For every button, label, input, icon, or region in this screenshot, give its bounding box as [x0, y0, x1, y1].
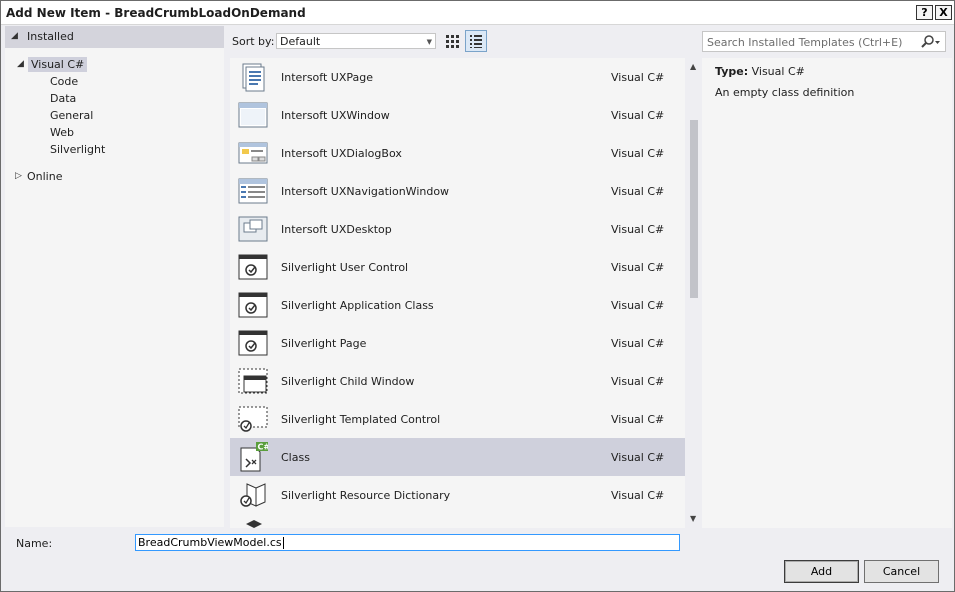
- template-name: Intersoft UXWindow: [281, 109, 390, 122]
- template-list-scrollbar[interactable]: ▲ ▼: [686, 58, 702, 528]
- small-icons-view-button[interactable]: [441, 30, 463, 52]
- template-row[interactable]: Silverlight Application Class Visual C#: [230, 286, 685, 324]
- sort-by-dropdown[interactable]: Default ▼: [276, 33, 436, 49]
- template-name: Intersoft UXDesktop: [281, 223, 392, 236]
- template-row[interactable]: Intersoft UXNavigationWindow Visual C#: [230, 172, 685, 210]
- uxwindow-icon: [238, 100, 268, 130]
- cancel-button[interactable]: Cancel: [864, 560, 939, 583]
- scroll-up-arrow-icon[interactable]: ▲: [690, 62, 696, 71]
- template-type: Type: Visual C#: [715, 65, 805, 78]
- tree-node-code[interactable]: Code: [50, 75, 78, 88]
- template-row[interactable]: Intersoft UXPage Visual C#: [230, 58, 685, 96]
- details-view-button[interactable]: [465, 30, 487, 52]
- template-row[interactable]: Silverlight Child Window Visual C#: [230, 362, 685, 400]
- uxpage-icon: [238, 62, 268, 92]
- template-name: Silverlight User Control: [281, 261, 409, 274]
- template-name: Silverlight Templated Control: [281, 413, 441, 426]
- template-language: Visual C#: [611, 185, 665, 198]
- template-name: Silverlight Application Class: [281, 299, 434, 312]
- category-tree: ◢ Installed ◢ Visual C# Code Data Genera…: [5, 26, 224, 527]
- silverlight-page-icon: [238, 328, 268, 358]
- name-input-value: BreadCrumbViewModel.cs: [138, 536, 282, 549]
- tree-node-general[interactable]: General: [50, 109, 93, 122]
- template-name: Silverlight Resource Dictionary: [281, 489, 451, 502]
- silverlight-user-control-icon: [238, 252, 268, 282]
- text-caret: [282, 537, 284, 549]
- template-row[interactable]: Intersoft UXDialogBox Visual C#: [230, 134, 685, 172]
- template-language: Visual C#: [611, 71, 665, 84]
- template-language: Visual C#: [611, 109, 665, 122]
- template-language: Visual C#: [611, 299, 665, 312]
- type-value: Visual C#: [751, 65, 805, 78]
- template-language: Visual C#: [611, 147, 665, 160]
- template-name: Intersoft UXDialogBox: [281, 147, 402, 160]
- template-language: Visual C#: [611, 451, 665, 464]
- csharp-class-icon: C#: [238, 442, 270, 472]
- silverlight-resource-dictionary-icon: [238, 480, 268, 510]
- name-input[interactable]: BreadCrumbViewModel.cs: [135, 534, 680, 551]
- template-name: Silverlight Child Window: [281, 375, 415, 388]
- tree-node-online[interactable]: Online: [27, 170, 62, 183]
- expanded-triangle-icon[interactable]: ◢: [17, 59, 24, 69]
- silverlight-templated-control-icon: [238, 404, 268, 434]
- template-row[interactable]: Silverlight User Control Visual C#: [230, 248, 685, 286]
- close-button[interactable]: X: [935, 5, 952, 20]
- type-label: Type:: [715, 65, 749, 78]
- tree-node-web[interactable]: Web: [50, 126, 74, 139]
- silverlight-application-class-icon: [238, 290, 268, 320]
- tree-node-silverlight[interactable]: Silverlight: [50, 143, 105, 156]
- uxdesktop-icon: [238, 214, 268, 244]
- title-bar: Add New Item - BreadCrumbLoadOnDemand ? …: [1, 1, 954, 25]
- template-language: Visual C#: [611, 413, 665, 426]
- template-language: Visual C#: [611, 489, 665, 502]
- sort-by-value: Default: [280, 35, 321, 48]
- template-row[interactable]: Silverlight Resource Dictionary Visual C#: [230, 476, 685, 514]
- template-toolbar: Sort by: Default ▼: [228, 26, 697, 58]
- template-language: Visual C#: [611, 223, 665, 236]
- tree-node-data[interactable]: Data: [50, 92, 76, 105]
- small-icons-view-icon: [446, 35, 459, 48]
- search-templates-field[interactable]: Search Installed Templates (Ctrl+E): [702, 31, 946, 52]
- template-name: Intersoft UXPage: [281, 71, 373, 84]
- name-label: Name:: [16, 537, 53, 550]
- scroll-down-arrow-icon[interactable]: ▼: [690, 514, 696, 523]
- uxdialogbox-icon: [238, 138, 268, 168]
- window-title: Add New Item - BreadCrumbLoadOnDemand: [6, 6, 306, 20]
- template-partial-icon: [238, 518, 268, 528]
- collapsed-triangle-icon[interactable]: ▷: [15, 171, 22, 181]
- template-details-panel: Type: Visual C# An empty class definitio…: [702, 58, 952, 528]
- template-row-partial[interactable]: [230, 514, 685, 528]
- scrollbar-thumb[interactable]: [690, 120, 698, 298]
- template-list[interactable]: Intersoft UXPage Visual C# Intersoft UXWin…: [230, 58, 685, 528]
- add-button[interactable]: Add: [784, 560, 859, 583]
- uxnavigationwindow-icon: [238, 176, 268, 206]
- template-language: Visual C#: [611, 337, 665, 350]
- template-name: Silverlight Page: [281, 337, 367, 350]
- tree-label-installed: Installed: [27, 30, 74, 43]
- silverlight-child-window-icon: [238, 366, 268, 396]
- template-row[interactable]: Silverlight Page Visual C#: [230, 324, 685, 362]
- expanded-triangle-icon[interactable]: ◢: [11, 31, 18, 41]
- template-name: Intersoft UXNavigationWindow: [281, 185, 450, 198]
- search-placeholder: Search Installed Templates (Ctrl+E): [707, 36, 903, 49]
- template-language: Visual C#: [611, 261, 665, 274]
- template-row[interactable]: Silverlight Templated Control Visual C#: [230, 400, 685, 438]
- sort-by-label: Sort by:: [232, 35, 275, 48]
- svg-text:C#: C#: [258, 443, 269, 452]
- tree-node-visual-csharp[interactable]: Visual C#: [28, 57, 88, 72]
- search-icon[interactable]: [919, 34, 941, 50]
- dropdown-arrow-icon: ▼: [426, 38, 432, 46]
- template-name: Class: [281, 451, 310, 464]
- details-list-view-icon: [470, 35, 482, 48]
- template-row[interactable]: C# Class Visual C#: [230, 438, 685, 476]
- add-new-item-dialog: Add New Item - BreadCrumbLoadOnDemand ? …: [0, 0, 955, 592]
- template-language: Visual C#: [611, 375, 665, 388]
- template-row[interactable]: Intersoft UXWindow Visual C#: [230, 96, 685, 134]
- help-button[interactable]: ?: [916, 5, 933, 20]
- template-row[interactable]: Intersoft UXDesktop Visual C#: [230, 210, 685, 248]
- template-description: An empty class definition: [715, 86, 855, 99]
- tree-node-installed[interactable]: ◢ Installed: [5, 26, 224, 48]
